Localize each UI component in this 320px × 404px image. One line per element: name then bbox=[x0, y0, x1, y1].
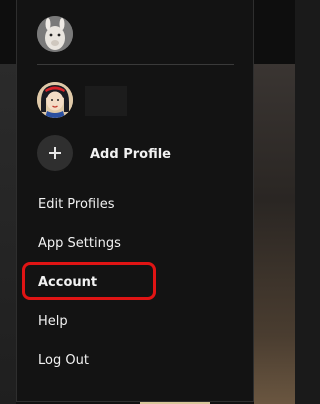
snow-white-avatar-icon bbox=[37, 82, 73, 118]
app-window: Add Profile Edit Profiles App Settings A… bbox=[0, 0, 295, 404]
menu-item-edit-profiles[interactable]: Edit Profiles bbox=[38, 197, 115, 212]
profile-dropdown-menu: Add Profile Edit Profiles App Settings A… bbox=[16, 0, 254, 402]
menu-divider bbox=[37, 64, 234, 65]
menu-item-app-settings[interactable]: App Settings bbox=[38, 236, 121, 251]
current-profile-avatar[interactable] bbox=[37, 16, 73, 52]
page-backdrop-left bbox=[0, 64, 16, 404]
menu-item-log-out[interactable]: Log Out bbox=[38, 353, 89, 368]
profile-item[interactable] bbox=[37, 82, 237, 118]
account-highlight-ring bbox=[22, 262, 156, 300]
profile-name bbox=[85, 86, 127, 116]
menu-item-help[interactable]: Help bbox=[38, 314, 68, 329]
page-backdrop-right bbox=[254, 64, 295, 404]
add-profile-button[interactable]: Add Profile bbox=[37, 135, 237, 171]
plus-icon bbox=[37, 135, 73, 171]
llama-avatar-icon bbox=[37, 16, 73, 52]
add-profile-label: Add Profile bbox=[90, 147, 171, 162]
profile-avatar[interactable] bbox=[37, 82, 73, 118]
